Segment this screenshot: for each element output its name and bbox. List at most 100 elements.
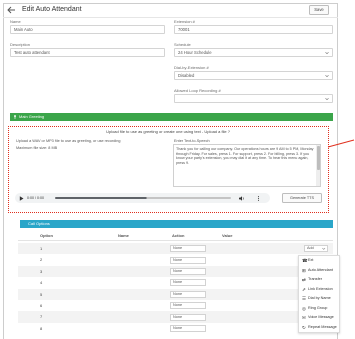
row-action-select[interactable]: None: [170, 290, 206, 298]
table-row: 4 None: [18, 277, 333, 288]
row-action-select[interactable]: None: [170, 279, 206, 287]
dial-out-field: Dial-by-Extension # Disabled: [174, 65, 333, 81]
schedule-field: Schedule 24 Hour Schedule: [174, 42, 333, 58]
greeting-intro: Upload file to use as greeting or create…: [106, 129, 230, 134]
auto-attendant-icon: ⊞: [302, 267, 306, 273]
audio-player: 0:00 / 0:00: [15, 193, 270, 203]
column-header-action: Action: [172, 233, 185, 238]
row-action-select[interactable]: None: [170, 324, 206, 332]
menu-item-repeat-message[interactable]: ↻ Repeat Message: [299, 323, 341, 333]
table-row: 1 None Add: [18, 243, 333, 255]
repeat-icon: ↻: [302, 324, 306, 330]
menu-item-dial-by-name[interactable]: ☰ Dial by Name: [299, 294, 341, 304]
row-digit: 8: [40, 325, 43, 331]
row-action-select[interactable]: None: [170, 245, 206, 253]
dial-out-value: Disabled: [178, 73, 195, 78]
table-row: 8 None: [18, 323, 333, 334]
max-size-note: Maximum file size: 8 MB: [16, 146, 58, 150]
more-options-icon[interactable]: [257, 195, 260, 201]
phone-icon: ☎: [302, 258, 308, 263]
table-row: 6 None: [18, 300, 333, 311]
table-row: 5 None: [18, 288, 333, 300]
greeting-panel: Upload file to use as greeting or create…: [8, 126, 329, 213]
directory-icon: ☰: [302, 296, 307, 301]
schedule-label: Schedule: [174, 42, 191, 47]
menu-item-link-extension[interactable]: ⇗ Link Extension: [299, 285, 341, 295]
play-icon[interactable]: [19, 195, 24, 201]
options-table-header: Option Name Action Value: [18, 231, 333, 241]
menu-item-label: Link Extension: [308, 286, 333, 291]
menu-item-label: Ring Group: [308, 305, 328, 310]
column-header-name: Name: [118, 233, 129, 238]
arrow-left-icon[interactable]: [7, 6, 16, 14]
row-digit: 2: [40, 257, 43, 263]
extension-field: Extension # 70001: [174, 19, 333, 35]
menu-item-label: Voice Message: [308, 315, 334, 319]
chevron-down-icon: [325, 75, 329, 78]
chevron-down-icon: [325, 98, 329, 101]
schedule-value: 24 Hour Schedule: [178, 50, 212, 55]
description-field: Description Test auto attendant: [10, 42, 165, 58]
greeting-section-bar[interactable]: Main Greeting: [10, 113, 333, 121]
row-digit: 1: [40, 246, 43, 251]
row-action-select[interactable]: None: [170, 256, 206, 264]
microphone-icon: [14, 115, 16, 119]
greeting-bar-label: Main Greeting: [19, 114, 45, 119]
player-time: 0:00 / 0:00: [27, 196, 44, 200]
player-progress-track[interactable]: [55, 197, 231, 199]
loop-recording-select[interactable]: [174, 94, 333, 103]
menu-item-label: Auto Attendant: [308, 267, 333, 272]
menu-item-ring-group[interactable]: ◎ Ring Group: [299, 304, 341, 314]
volume-icon[interactable]: [239, 195, 245, 201]
row-action-select[interactable]: None: [170, 313, 206, 321]
row-digit: 4: [40, 280, 43, 286]
row-action-select[interactable]: None: [170, 302, 206, 310]
table-row: 2 None: [18, 254, 333, 265]
menu-item-voice-message[interactable]: ✉ Voice Message: [299, 313, 341, 323]
loop-recording-field: Allowed Loop Recording #: [174, 88, 333, 104]
dial-out-select[interactable]: Disabled: [174, 71, 333, 80]
name-label: Name: [10, 19, 21, 24]
chevron-down-icon: [322, 248, 326, 250]
tts-scrollbar-thumb[interactable]: [316, 146, 320, 170]
generate-tts-button[interactable]: Generate TTS: [282, 193, 322, 203]
dial-out-label: Dial-by-Extension #: [174, 65, 209, 70]
column-header-option: Option: [40, 233, 53, 238]
table-row: 7 None: [18, 311, 333, 323]
tts-textarea[interactable]: Thank you for calling our company. Our o…: [173, 144, 321, 187]
call-options-bar[interactable]: Call Options: [20, 220, 333, 228]
schedule-select[interactable]: 24 Hour Schedule: [174, 48, 333, 57]
row-action-select[interactable]: None: [170, 267, 206, 275]
menu-item-auto-attendant[interactable]: ⊞ Auto Attendant: [299, 266, 341, 276]
ring-group-icon: ◎: [302, 305, 306, 311]
row-digit: 3: [40, 268, 43, 274]
add-label: Add: [307, 246, 314, 251]
options-table-body: 1 None Add 2 None 3 None 4 None 5 None 6…: [18, 243, 333, 335]
extension-label: Extension #: [174, 19, 195, 24]
column-header-value: Value: [222, 233, 233, 238]
name-field: Name Main Auto: [10, 19, 165, 35]
transfer-icon: ⇄: [302, 277, 306, 282]
loop-recording-label: Allowed Loop Recording #: [174, 88, 221, 93]
menu-item-label: Dial by Name: [308, 296, 331, 300]
save-button[interactable]: Save: [309, 5, 329, 15]
tts-scrollbar[interactable]: [316, 145, 320, 186]
menu-item-ext[interactable]: ☎ Ext: [299, 256, 341, 266]
destination-dropdown-menu: ☎ Ext ⊞ Auto Attendant ⇄ Transfer ⇗ Link Ext…: [298, 255, 340, 333]
description-input[interactable]: Test auto attendant: [10, 48, 165, 57]
table-row: 3 None: [18, 265, 333, 278]
link-icon: ⇗: [302, 286, 306, 292]
name-input[interactable]: Main Auto: [10, 25, 165, 34]
row-digit: 5: [40, 291, 43, 297]
menu-item-label: Repeat Message: [308, 324, 337, 329]
row-digit: 6: [40, 303, 43, 308]
add-destination-select[interactable]: Add: [304, 245, 328, 253]
upload-hint: Upload a WAV or MP3 file to use as greet…: [16, 139, 121, 143]
voicemail-icon: ✉: [302, 315, 306, 320]
description-label: Description: [10, 42, 31, 47]
call-options-title: Call Options: [28, 221, 50, 226]
extension-input[interactable]: 70001: [174, 25, 333, 34]
header-bar: Edit Auto Attendant Save: [3, 3, 338, 18]
chevron-down-icon: [325, 52, 329, 55]
menu-item-transfer[interactable]: ⇄ Transfer: [299, 275, 341, 285]
